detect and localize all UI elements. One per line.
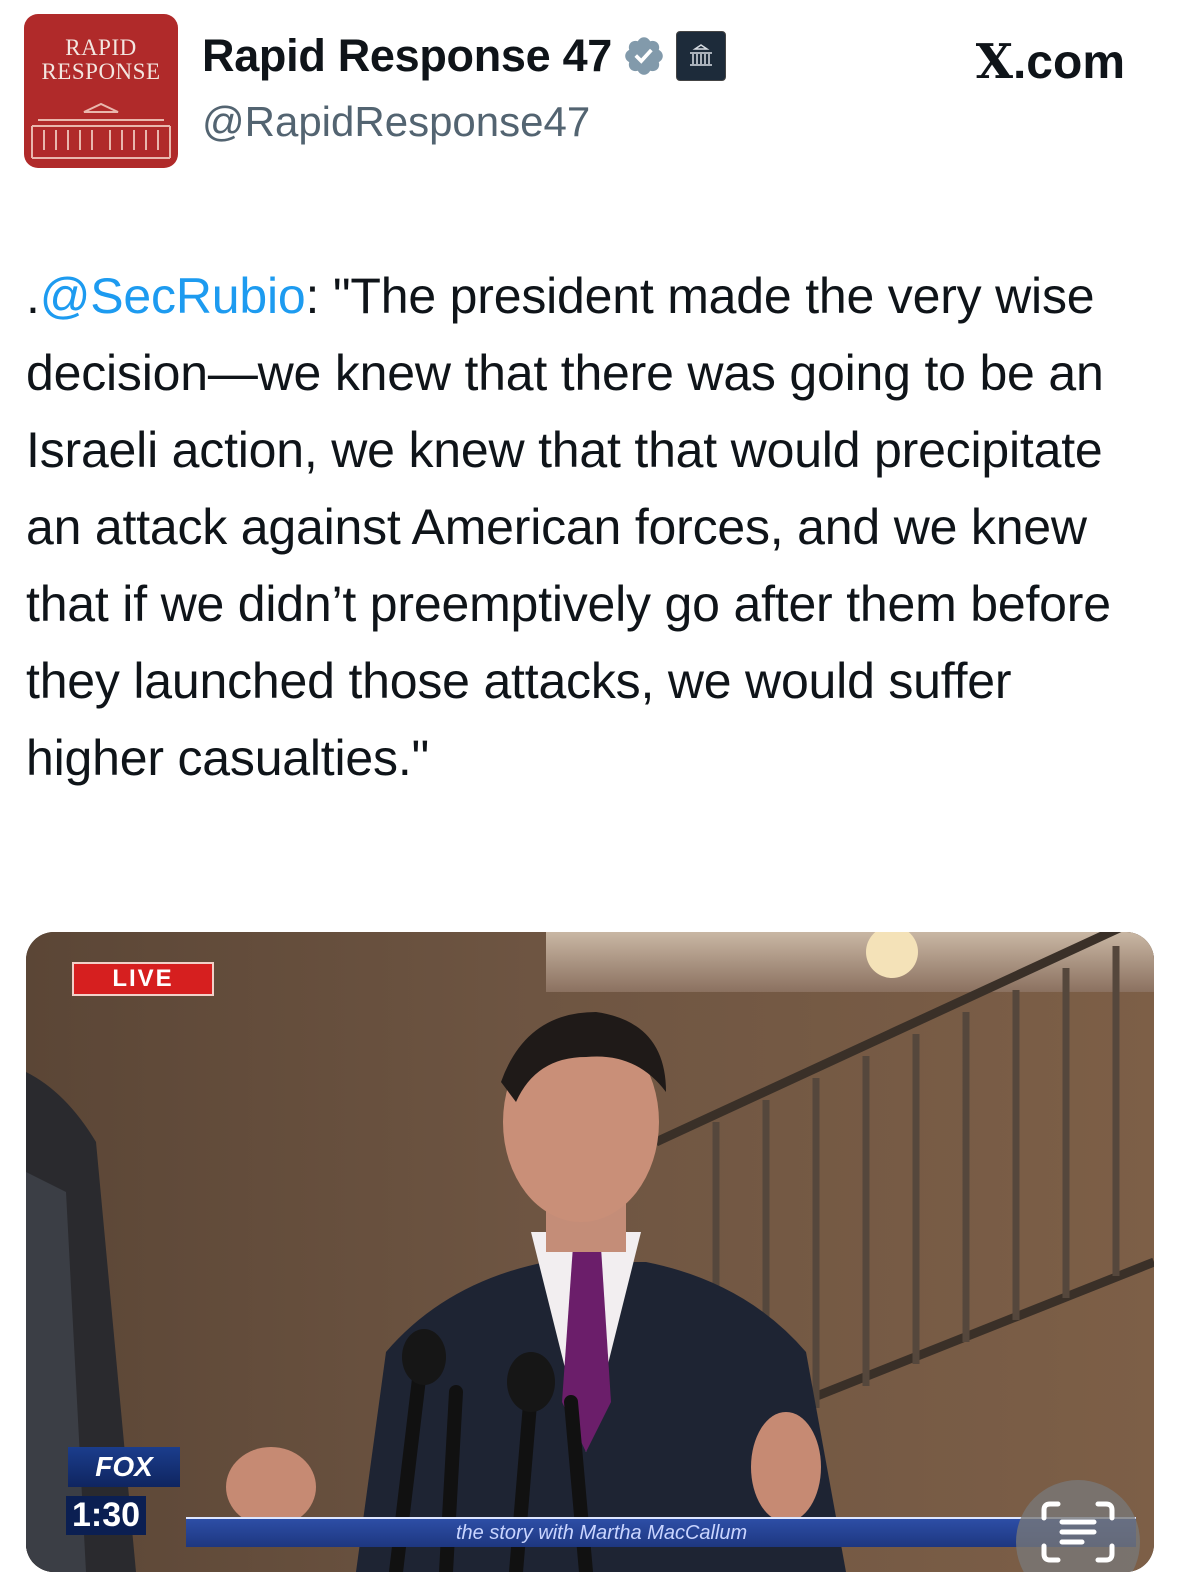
account-name-row: Rapid Response 47 bbox=[202, 30, 727, 82]
live-text-icon bbox=[1041, 1501, 1115, 1563]
display-name[interactable]: Rapid Response 47 bbox=[202, 30, 612, 82]
broadcast-clock: 1:30 bbox=[66, 1496, 147, 1535]
x-logo-icon: X bbox=[975, 34, 1013, 90]
tweet-prefix: . bbox=[26, 268, 40, 324]
fox-news-logo: FOX bbox=[68, 1447, 180, 1487]
lower-third-ticker: the story with Martha MacCallum bbox=[186, 1517, 1136, 1547]
verified-badge-icon bbox=[625, 37, 663, 75]
avatar-brand-text: RAPID RESPONSE bbox=[41, 35, 161, 84]
live-badge: LIVE bbox=[72, 962, 214, 996]
tweet-body: : "The president made the very wise deci… bbox=[26, 268, 1111, 786]
account-handle[interactable]: @RapidResponse47 bbox=[202, 98, 590, 146]
source-site-label: X.com bbox=[976, 34, 1125, 90]
white-house-icon bbox=[31, 102, 171, 159]
white-house-badge-icon bbox=[676, 31, 727, 81]
source-site-text: .com bbox=[1012, 36, 1125, 89]
avatar[interactable]: RAPID RESPONSE bbox=[24, 14, 178, 168]
video-frame bbox=[26, 932, 1154, 1572]
mention-link[interactable]: @SecRubio bbox=[40, 268, 306, 324]
tweet-text: .@SecRubio: "The president made the very… bbox=[26, 258, 1146, 797]
video-player[interactable]: LIVE FOX 1:30 the story with Martha MacC… bbox=[26, 932, 1154, 1572]
